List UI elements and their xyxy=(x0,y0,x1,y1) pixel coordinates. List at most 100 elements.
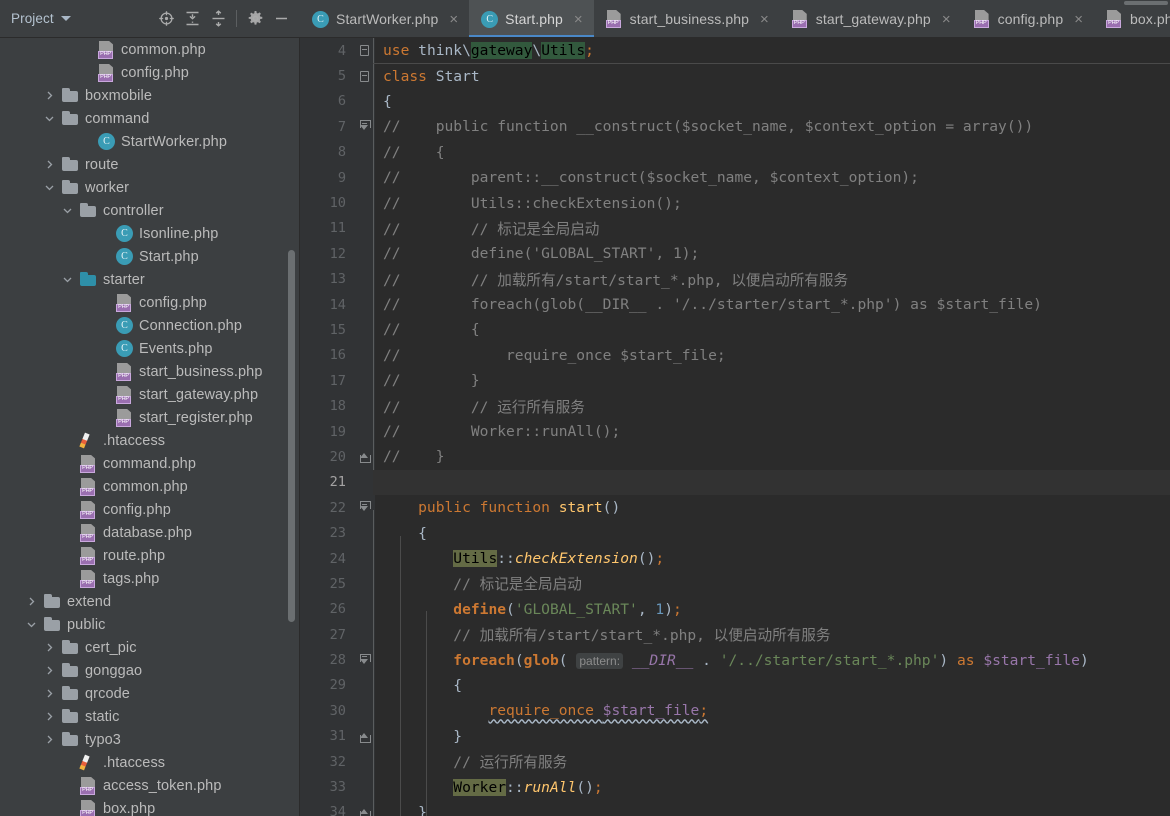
tree-row[interactable]: starter xyxy=(0,268,300,291)
code-line[interactable]: 9 // parent::__construct($socket_name, $c… xyxy=(300,164,1170,191)
fold-gutter[interactable] xyxy=(355,38,373,64)
editor-tab[interactable]: PHPbox.php× xyxy=(1094,0,1170,37)
fold-gutter[interactable] xyxy=(355,368,373,394)
code-text[interactable]: Worker::runAll(); xyxy=(373,778,1170,796)
code-text[interactable]: // 标记是全局启动 xyxy=(373,573,1170,594)
locate-in-tree-icon[interactable] xyxy=(153,6,179,32)
tree-row[interactable]: PHP config.php xyxy=(0,61,300,84)
code-line[interactable]: 15 // { xyxy=(300,317,1170,343)
close-icon[interactable]: × xyxy=(572,12,585,27)
close-icon[interactable]: × xyxy=(758,12,771,27)
fold-gutter[interactable] xyxy=(355,647,373,673)
tree-row[interactable]: extend xyxy=(0,590,300,613)
line-number[interactable]: 21 xyxy=(300,469,355,496)
editor-tab[interactable]: PHP start_business.php × xyxy=(594,0,780,37)
project-tree-scrollbar[interactable] xyxy=(288,250,295,622)
line-number[interactable]: 13 xyxy=(300,266,355,292)
code-text[interactable]: // 加载所有/start/start_*.php, 以便启动所有服务 xyxy=(373,624,1170,645)
fold-collapse-icon[interactable] xyxy=(359,70,369,82)
line-number[interactable]: 22 xyxy=(300,495,355,521)
code-line[interactable]: 8 // { xyxy=(300,139,1170,165)
project-tree[interactable]: PHP common.php PHP config.php boxmobile comma… xyxy=(0,38,300,816)
line-number[interactable]: 4 xyxy=(300,38,355,64)
code-line[interactable]: 20 // } xyxy=(300,444,1170,470)
code-text[interactable]: // } xyxy=(373,448,1170,465)
tree-row[interactable]: PHP common.php xyxy=(0,38,300,61)
code-line[interactable]: 7 // public function __construct($socket_… xyxy=(300,114,1170,140)
chevron-down-icon[interactable] xyxy=(42,182,56,193)
line-number[interactable]: 7 xyxy=(300,114,355,140)
line-number[interactable]: 24 xyxy=(300,545,355,572)
tree-row[interactable]: PHP config.php xyxy=(0,498,300,521)
line-number[interactable]: 9 xyxy=(300,164,355,191)
line-number[interactable]: 33 xyxy=(300,774,355,800)
chevron-right-icon[interactable] xyxy=(42,159,56,170)
project-panel-title[interactable]: Project xyxy=(11,11,54,26)
chevron-right-icon[interactable] xyxy=(24,596,38,607)
chevron-down-icon[interactable] xyxy=(42,113,56,124)
code-text[interactable]: // // 标记是全局启动 xyxy=(373,218,1170,239)
tree-row[interactable]: PHP box.php xyxy=(0,797,300,816)
code-line[interactable]: 32 // 运行所有服务 xyxy=(300,748,1170,775)
fold-gutter[interactable] xyxy=(355,88,373,115)
chevron-down-icon[interactable] xyxy=(60,205,74,216)
code-text[interactable]: Utils::checkExtension(); xyxy=(373,550,1170,567)
code-line[interactable]: 10 // Utils::checkExtension(); xyxy=(300,190,1170,216)
fold-gutter[interactable] xyxy=(355,571,373,597)
code-line[interactable]: 23 { xyxy=(300,520,1170,546)
fold-gutter[interactable] xyxy=(355,63,373,89)
code-line[interactable]: 26 define('GLOBAL_START', 1); xyxy=(300,596,1170,622)
code-text[interactable]: require_once $start_file; xyxy=(373,702,1170,719)
tree-row[interactable]: PHP command.php xyxy=(0,452,300,475)
tree-row[interactable]: PHP start_register.php xyxy=(0,406,300,429)
code-text[interactable]: { xyxy=(373,677,1170,694)
fold-end-icon[interactable] xyxy=(359,730,371,743)
code-text[interactable]: { xyxy=(373,93,1170,110)
code-text[interactable]: public function start() xyxy=(373,499,1170,516)
tree-row[interactable]: command xyxy=(0,107,300,130)
chevron-right-icon[interactable] xyxy=(42,665,56,676)
code-text[interactable]: // public function __construct($socket_n… xyxy=(373,118,1170,135)
fold-gutter[interactable] xyxy=(355,418,373,445)
line-number[interactable]: 20 xyxy=(300,444,355,470)
tree-row[interactable]: C Start.php xyxy=(0,245,300,268)
code-line[interactable]: 31 } xyxy=(300,723,1170,749)
chevron-down-icon[interactable] xyxy=(60,274,74,285)
chevron-right-icon[interactable] xyxy=(42,90,56,101)
code-line[interactable]: 25 // 标记是全局启动 xyxy=(300,571,1170,597)
line-number[interactable]: 34 xyxy=(300,799,355,816)
editor-tab-strip[interactable]: C StartWorker.php × C Start.php × PHP start_bus… xyxy=(300,0,1170,38)
line-number[interactable]: 32 xyxy=(300,748,355,775)
tree-row[interactable]: qrcode xyxy=(0,682,300,705)
fold-gutter[interactable] xyxy=(355,495,373,521)
fold-collapse-icon[interactable] xyxy=(359,120,371,133)
fold-gutter[interactable] xyxy=(355,190,373,216)
editor-tab[interactable]: PHP config.php × xyxy=(962,0,1094,37)
chevron-down-icon[interactable] xyxy=(60,16,71,21)
tree-row[interactable]: controller xyxy=(0,199,300,222)
code-text[interactable]: use think\gateway\Utils; xyxy=(373,42,1170,60)
tree-row[interactable]: PHP start_gateway.php xyxy=(0,383,300,406)
tree-row[interactable]: public xyxy=(0,613,300,636)
fold-gutter[interactable] xyxy=(355,799,373,816)
line-number[interactable]: 16 xyxy=(300,342,355,369)
tree-row[interactable]: static xyxy=(0,705,300,728)
fold-collapse-icon[interactable] xyxy=(359,45,369,57)
code-line[interactable]: 5 class Start xyxy=(300,63,1170,89)
fold-gutter[interactable] xyxy=(355,342,373,369)
line-number[interactable]: 6 xyxy=(300,88,355,115)
fold-gutter[interactable] xyxy=(355,114,373,140)
fold-collapse-icon[interactable] xyxy=(359,501,371,514)
code-text[interactable]: // parent::__construct($socket_name, $co… xyxy=(373,169,1170,186)
fold-gutter[interactable] xyxy=(355,545,373,572)
code-text[interactable]: foreach(glob( pattern: __DIR__ . '/../st… xyxy=(373,652,1170,669)
editor-tab-active[interactable]: C Start.php × xyxy=(469,0,595,37)
tree-row[interactable]: PHP access_token.php xyxy=(0,774,300,797)
line-number[interactable]: 11 xyxy=(300,215,355,242)
collapse-all-icon[interactable] xyxy=(205,6,231,32)
fold-gutter[interactable] xyxy=(355,469,373,496)
code-line[interactable]: 22 public function start() xyxy=(300,495,1170,521)
chevron-right-icon[interactable] xyxy=(42,688,56,699)
close-icon[interactable]: × xyxy=(447,12,460,27)
code-text[interactable]: // { xyxy=(373,321,1170,338)
